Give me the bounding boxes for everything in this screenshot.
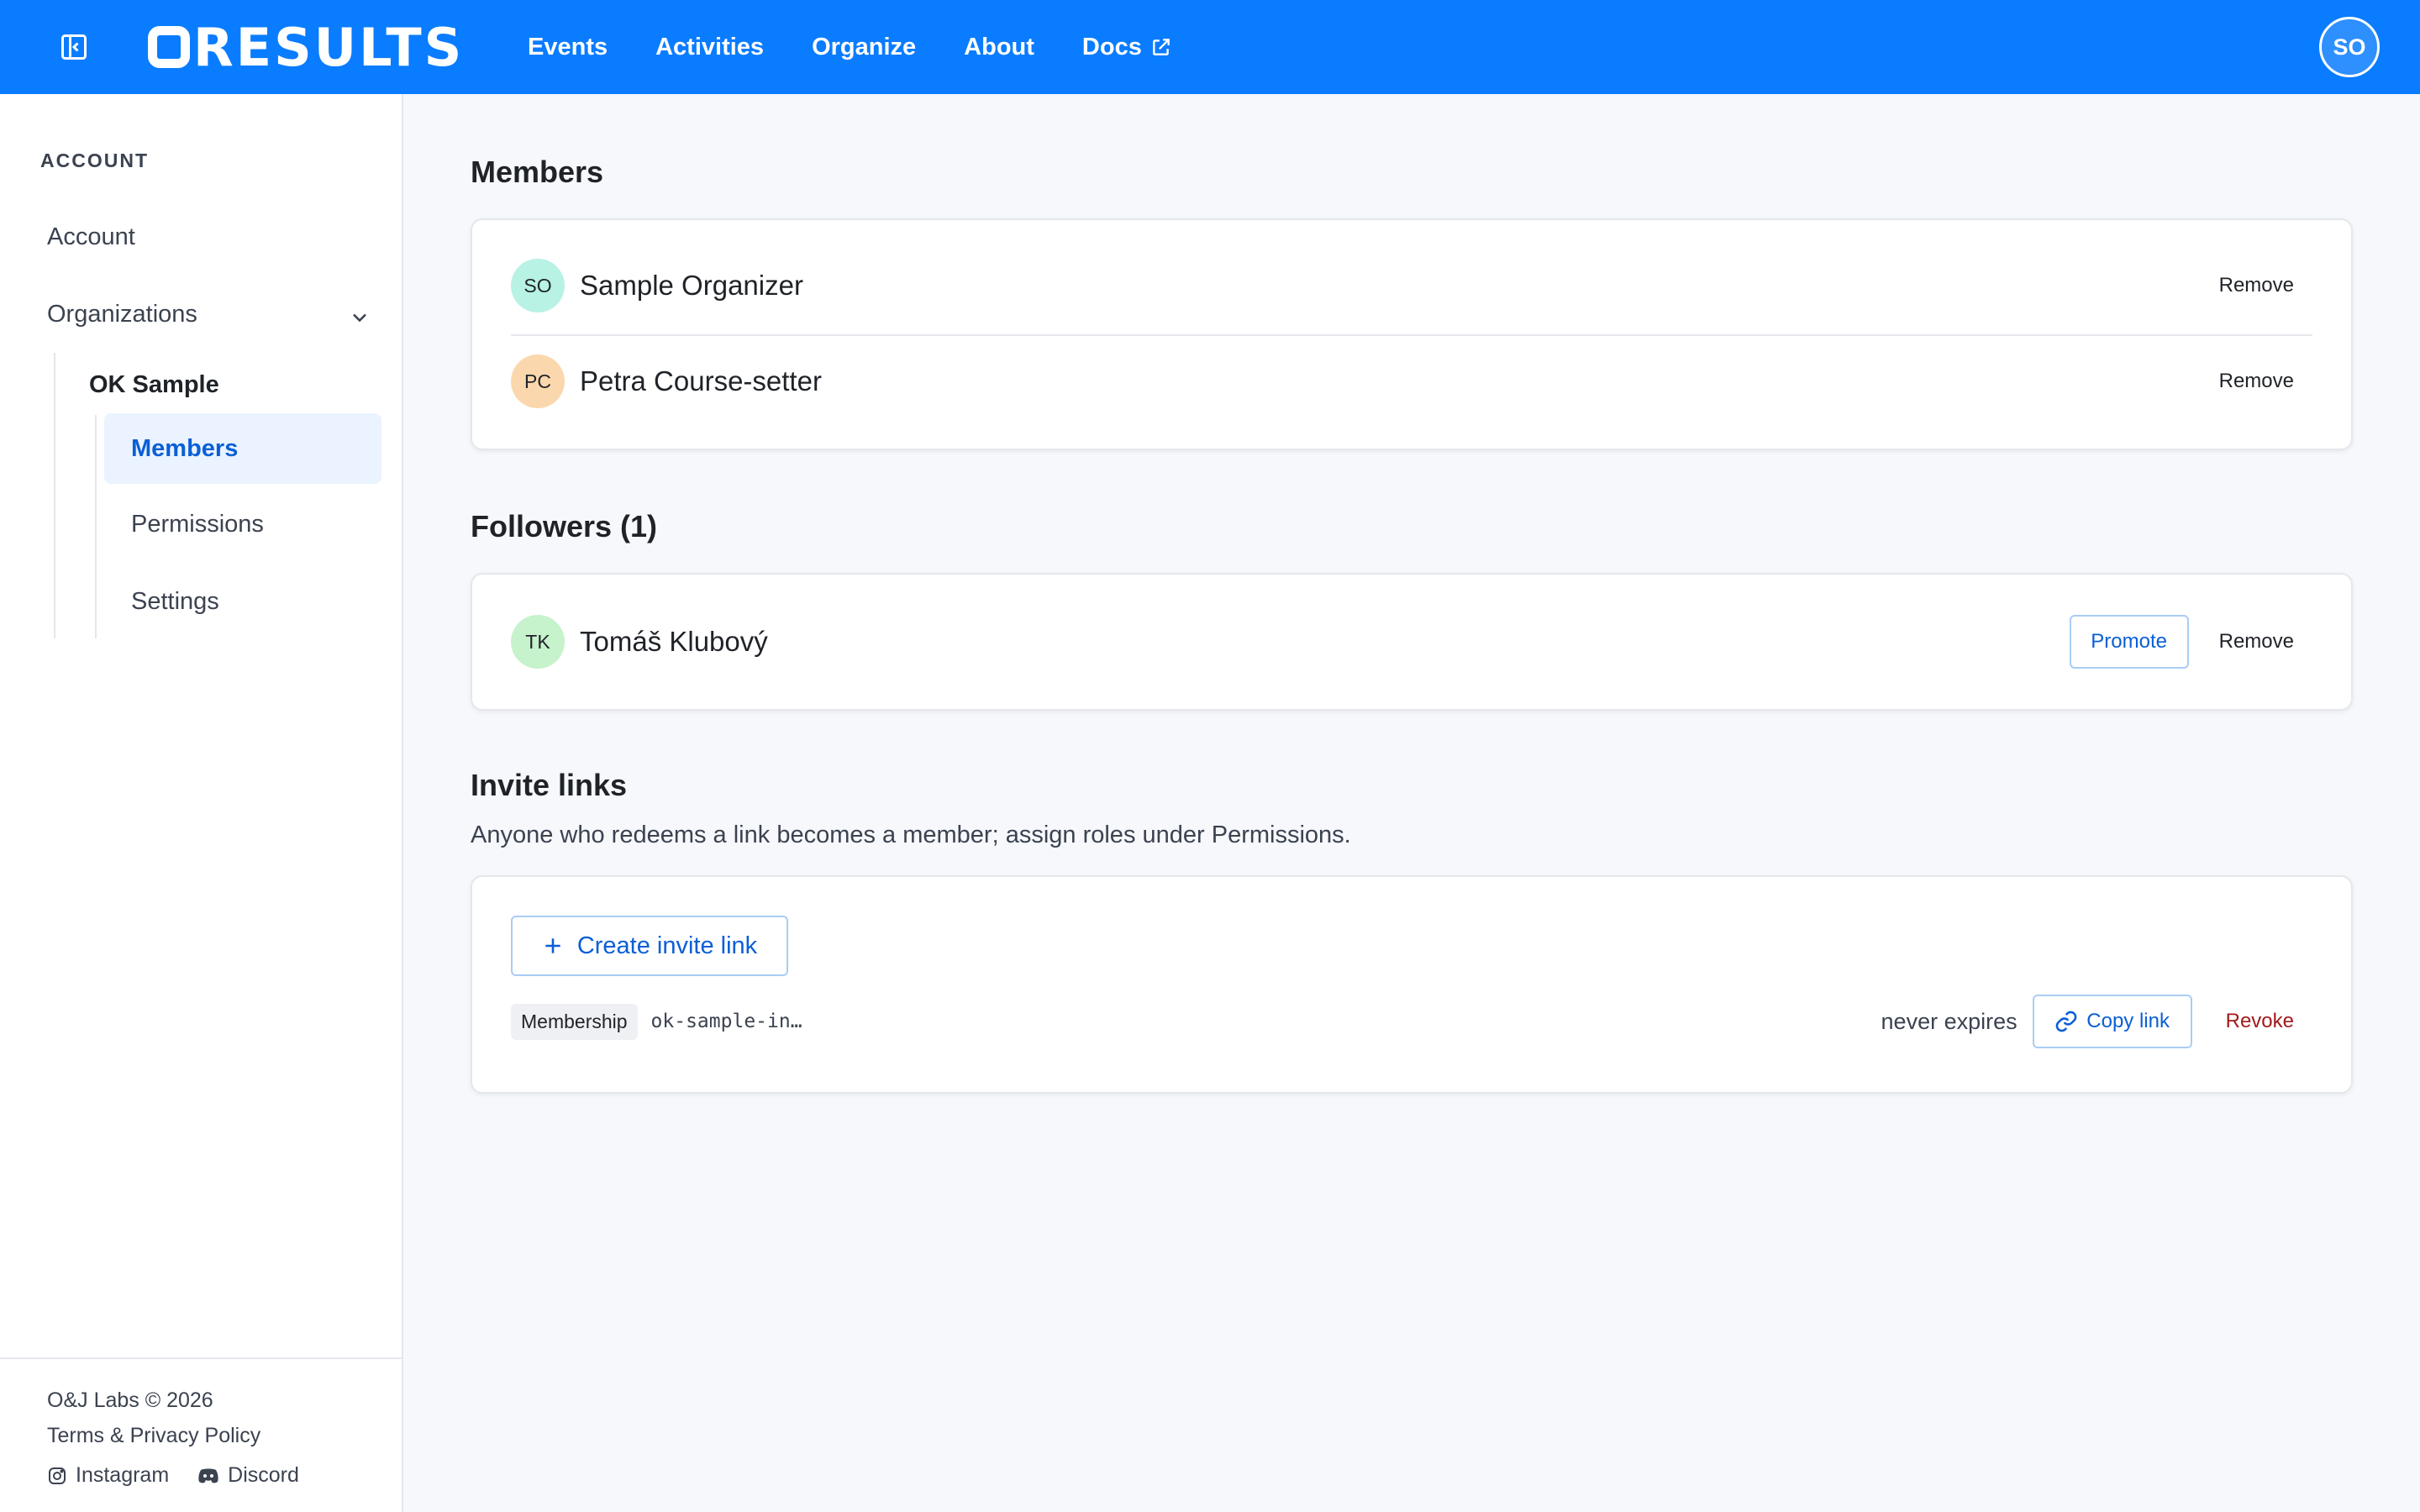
social-links: Instagram Discord bbox=[47, 1463, 402, 1488]
sidebar-item-account[interactable]: Account bbox=[47, 223, 135, 251]
copy-link-button[interactable]: Copy link bbox=[2032, 995, 2192, 1048]
tree-divider bbox=[95, 415, 97, 638]
remove-button[interactable]: Remove bbox=[2219, 370, 2294, 393]
plus-icon bbox=[545, 938, 560, 953]
avatar-initials: TK bbox=[525, 630, 550, 653]
invite-links-description: Anyone who redeems a link becomes a memb… bbox=[471, 822, 1351, 848]
user-avatar-button[interactable]: SO bbox=[2319, 17, 2380, 77]
invite-link-row: Membership ok-sample-in… never expires C… bbox=[511, 995, 2312, 1048]
discord-label: Discord bbox=[228, 1463, 299, 1487]
member-row: PC Petra Course-setter Remove bbox=[511, 354, 2312, 408]
nav-about-label: About bbox=[964, 33, 1034, 60]
copy-link-label: Copy link bbox=[2086, 1010, 2170, 1032]
sidebar-item-label: Members bbox=[131, 434, 239, 462]
members-title: Members bbox=[471, 155, 604, 189]
sidebar-item-members[interactable]: Members bbox=[104, 413, 381, 484]
followers-card: TK Tomáš Klubový Promote Remove bbox=[471, 573, 2353, 711]
instagram-link[interactable]: Instagram bbox=[47, 1463, 169, 1488]
nav-docs-label: Docs bbox=[1081, 33, 1142, 60]
discord-link[interactable]: Discord bbox=[197, 1463, 299, 1488]
follower-row: TK Tomáš Klubový Promote Remove bbox=[511, 615, 2312, 669]
logo-mark bbox=[148, 26, 190, 68]
nav-events-label: Events bbox=[528, 33, 608, 60]
nav-activities[interactable]: Activities bbox=[655, 34, 764, 61]
create-invite-link-button[interactable]: Create invite link bbox=[511, 916, 788, 976]
member-name: Sample Organizer bbox=[580, 270, 803, 301]
main-nav: Events Activities Organize About Docs bbox=[528, 0, 1220, 94]
user-initials: SO bbox=[2333, 34, 2366, 60]
avatar: TK bbox=[511, 615, 565, 669]
expiry-text: never expires bbox=[1881, 1008, 2018, 1034]
member-name: Petra Course-setter bbox=[580, 365, 822, 396]
link-icon bbox=[2055, 1011, 2077, 1032]
followers-title: Followers (1) bbox=[471, 509, 658, 543]
promote-label: Promote bbox=[2091, 630, 2167, 653]
sidebar-item-organizations[interactable]: Organizations bbox=[47, 301, 197, 328]
invite-links-title: Invite links bbox=[471, 768, 628, 802]
sidebar-org-name[interactable]: OK Sample bbox=[89, 371, 219, 399]
instagram-icon bbox=[49, 1467, 66, 1484]
tree-divider bbox=[54, 353, 55, 638]
external-link-icon bbox=[1152, 39, 1170, 55]
nav-organize-label: Organize bbox=[812, 33, 917, 60]
invite-links-card: Create invite link Membership ok-sample-… bbox=[471, 875, 2353, 1094]
sidebar-toggle-icon[interactable] bbox=[54, 30, 94, 64]
app-logo[interactable]: RESULTS bbox=[148, 17, 464, 78]
remove-button[interactable]: Remove bbox=[2219, 630, 2294, 654]
sidebar-footer: O&J Labs © 2026 Terms & Privacy Policy I… bbox=[0, 1357, 402, 1488]
nav-docs[interactable]: Docs bbox=[1082, 34, 1172, 61]
logo-text: RESULTS bbox=[193, 16, 465, 78]
sidebar-item-label: Organizations bbox=[47, 301, 197, 328]
sidebar-item-label: Permissions bbox=[131, 511, 264, 538]
role-badge: Membership bbox=[511, 1003, 638, 1040]
copyright-text: O&J Labs © 2026 bbox=[47, 1388, 213, 1412]
nav-organize[interactable]: Organize bbox=[812, 34, 916, 61]
member-row: SO Sample Organizer Remove bbox=[511, 259, 2312, 312]
row-divider bbox=[511, 334, 2312, 336]
avatar-initials: PC bbox=[524, 370, 551, 392]
top-navigation-bar: RESULTS Events Activities Organize About… bbox=[0, 0, 2420, 94]
remove-button[interactable]: Remove bbox=[2219, 274, 2294, 297]
discord-icon bbox=[198, 1468, 218, 1483]
sidebar-item-permissions[interactable]: Permissions bbox=[131, 511, 264, 538]
avatar: PC bbox=[511, 354, 565, 408]
members-card: SO Sample Organizer Remove PC Petra Cour… bbox=[471, 218, 2353, 450]
instagram-label: Instagram bbox=[76, 1463, 170, 1487]
revoke-button[interactable]: Revoke bbox=[2226, 1010, 2294, 1033]
terms-link[interactable]: Terms & Privacy Policy bbox=[47, 1418, 402, 1453]
nav-events[interactable]: Events bbox=[528, 34, 608, 61]
sidebar: ACCOUNT Account Organizations OK Sample … bbox=[0, 94, 403, 1512]
promote-button[interactable]: Promote bbox=[2069, 615, 2189, 669]
follower-name: Tomáš Klubový bbox=[580, 626, 768, 657]
sidebar-heading: ACCOUNT bbox=[40, 150, 149, 171]
create-invite-link-label: Create invite link bbox=[576, 932, 758, 959]
avatar-initials: SO bbox=[523, 274, 552, 297]
sidebar-item-settings[interactable]: Settings bbox=[131, 588, 219, 616]
chevron-down-icon[interactable] bbox=[348, 306, 371, 333]
avatar: SO bbox=[511, 259, 565, 312]
sidebar-item-label: Account bbox=[47, 223, 135, 250]
nav-activities-label: Activities bbox=[655, 33, 765, 60]
sidebar-item-label: Settings bbox=[131, 588, 219, 615]
nav-about[interactable]: About bbox=[964, 34, 1034, 61]
invite-code: ok-sample-in… bbox=[650, 1011, 802, 1032]
